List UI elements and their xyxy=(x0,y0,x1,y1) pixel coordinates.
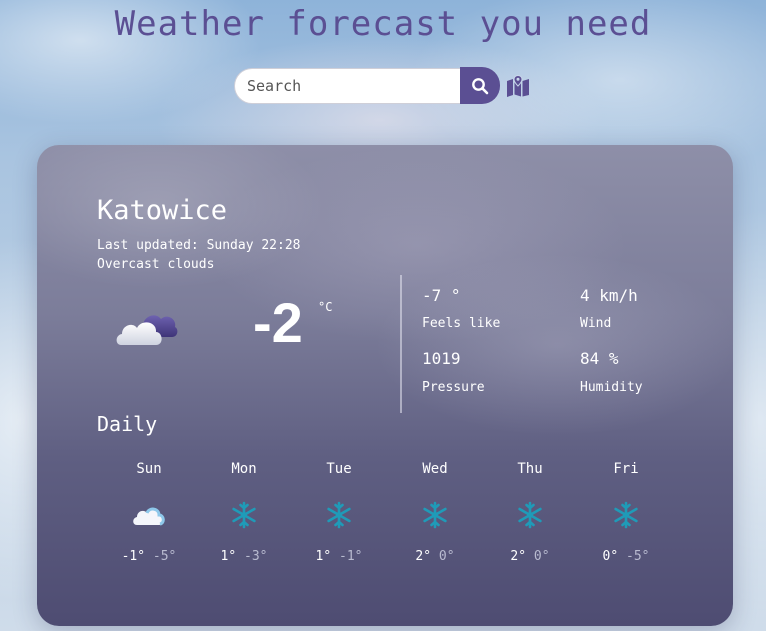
weather-card: Katowice Last updated: Sunday 22:28 Over… xyxy=(37,145,733,626)
humidity-label: Humidity xyxy=(580,380,643,395)
day-max-temp: 0° xyxy=(602,549,619,564)
day-max-temp: 1° xyxy=(220,549,237,564)
day-name: Fri xyxy=(613,461,639,477)
wind-value: 4 km/h xyxy=(580,286,638,305)
day-name: Thu xyxy=(517,461,543,477)
daily-title: Daily xyxy=(97,412,158,436)
divider xyxy=(400,275,402,413)
day-max-temp: -1° xyxy=(121,549,146,564)
day-name: Wed xyxy=(422,461,448,477)
day-name: Tue xyxy=(326,461,352,477)
day-name: Sun xyxy=(136,461,162,477)
current-temperature: -2 xyxy=(253,291,303,354)
weather-description: Overcast clouds xyxy=(97,257,215,272)
search-bar xyxy=(234,67,530,104)
daily-forecast-item: Thu 2° 0° xyxy=(490,461,570,564)
day-min-temp: 0° xyxy=(438,549,455,564)
day-min-temp: -1° xyxy=(339,549,363,564)
day-max-temp: 2° xyxy=(510,549,527,564)
cloud-icon xyxy=(133,507,165,526)
snowflake-icon xyxy=(423,501,447,529)
feels-like-value: -7 ° xyxy=(422,286,461,305)
daily-forecast-item: Fri 0° -5° xyxy=(586,461,666,564)
snowflake-icon xyxy=(232,501,256,529)
pressure-value: 1019 xyxy=(422,349,461,368)
daily-forecast-item: Mon 1° -3° xyxy=(204,461,284,564)
day-min-temp: 0° xyxy=(533,549,550,564)
daily-forecast-item: Sun -1° -5° xyxy=(109,461,189,564)
map-icon xyxy=(507,74,529,97)
cloud-icon xyxy=(116,315,178,345)
feels-like-label: Feels like xyxy=(422,316,501,331)
humidity-value: 84 % xyxy=(580,349,619,368)
last-updated: Last updated: Sunday 22:28 xyxy=(97,238,301,253)
day-max-temp: 2° xyxy=(415,549,432,564)
city-name: Katowice xyxy=(97,195,228,226)
day-min-temp: -3° xyxy=(244,549,268,564)
daily-forecast-item: Tue 1° -1° xyxy=(299,461,379,564)
search-icon xyxy=(472,77,489,94)
map-button[interactable] xyxy=(506,74,530,98)
day-min-temp: -5° xyxy=(626,549,650,564)
search-button[interactable] xyxy=(460,67,500,104)
pressure-label: Pressure xyxy=(422,380,485,395)
day-name: Mon xyxy=(231,461,257,477)
page-title: Weather forecast you need xyxy=(114,4,652,44)
daily-forecast-item: Wed 2° 0° xyxy=(395,461,475,564)
snowflake-icon xyxy=(614,501,638,529)
day-max-temp: 1° xyxy=(315,549,332,564)
search-input[interactable] xyxy=(234,67,460,104)
snowflake-icon xyxy=(518,501,542,529)
day-min-temp: -5° xyxy=(152,549,177,564)
wind-label: Wind xyxy=(580,316,612,331)
temperature-unit: °C xyxy=(318,300,333,314)
snowflake-icon xyxy=(327,501,351,529)
